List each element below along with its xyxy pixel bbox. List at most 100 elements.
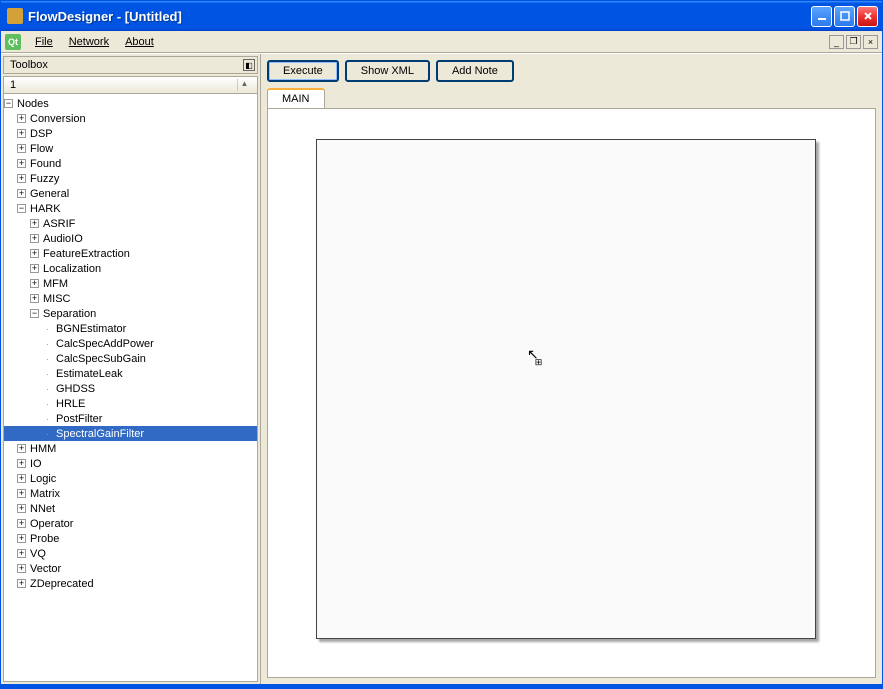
app-icon	[7, 8, 23, 24]
tree-item-hrle[interactable]: ·HRLE	[4, 396, 257, 411]
close-button[interactable]	[857, 6, 878, 27]
tree-item-label: Flow	[30, 143, 53, 155]
expand-icon[interactable]: +	[30, 279, 39, 288]
tree-item-dsp[interactable]: +DSP	[4, 126, 257, 141]
menu-file[interactable]: File	[27, 34, 61, 50]
tree-item-audioio[interactable]: +AudioIO	[4, 231, 257, 246]
tree-item-probe[interactable]: +Probe	[4, 531, 257, 546]
tabbar: MAIN	[261, 88, 882, 108]
tree-item-label: VQ	[30, 548, 46, 560]
expand-icon[interactable]: +	[30, 294, 39, 303]
maximize-button[interactable]	[834, 6, 855, 27]
tree-item-calcspecsubgain[interactable]: ·CalcSpecSubGain	[4, 351, 257, 366]
tree-item-bgnestimator[interactable]: ·BGNEstimator	[4, 321, 257, 336]
expand-icon[interactable]: +	[17, 549, 26, 558]
tab-main[interactable]: MAIN	[267, 88, 325, 108]
close-icon	[863, 11, 873, 21]
tree-item-flow[interactable]: + Flow	[4, 141, 257, 156]
expand-icon[interactable]: +	[17, 564, 26, 573]
expand-icon[interactable]: +	[17, 159, 26, 168]
expand-icon[interactable]: +	[17, 489, 26, 498]
toolbox-panel: Toolbox ◧ 1 ▲ −Nodes+Conversion+DSP+Flow…	[1, 54, 261, 684]
tree-item-calcspecaddpower[interactable]: ·CalcSpecAddPower	[4, 336, 257, 351]
expand-icon[interactable]: +	[17, 444, 26, 453]
expand-icon[interactable]: +	[17, 129, 26, 138]
tree-item-featureextraction[interactable]: +FeatureExtraction	[4, 246, 257, 261]
tree-item-fuzzy[interactable]: +Fuzzy	[4, 171, 257, 186]
expand-icon[interactable]: +	[17, 114, 26, 123]
expand-icon[interactable]: +	[17, 174, 26, 183]
expand-icon[interactable]: +	[30, 264, 39, 273]
expand-icon[interactable]: +	[17, 189, 26, 198]
tree-item-logic[interactable]: +Logic	[4, 471, 257, 486]
tree-item-label: HMM	[30, 443, 56, 455]
collapse-icon[interactable]: −	[30, 309, 39, 318]
expand-icon[interactable]: +	[30, 234, 39, 243]
tree-item-found[interactable]: +Found	[4, 156, 257, 171]
tree-item-nnet[interactable]: +NNet	[4, 501, 257, 516]
tree-item-vq[interactable]: + VQ	[4, 546, 257, 561]
menubar: Qt File Network About _ ❐ ×	[1, 31, 882, 53]
tree-item-label: MFM	[43, 278, 68, 290]
toolbar: Execute Show XML Add Note	[261, 54, 882, 88]
tree-item-mfm[interactable]: + MFM	[4, 276, 257, 291]
leaf-icon: ·	[43, 429, 52, 439]
tree-item-asrif[interactable]: + ASRIF	[4, 216, 257, 231]
expand-icon[interactable]: +	[30, 219, 39, 228]
tree-column-label: 1	[10, 79, 237, 91]
node-tree[interactable]: −Nodes+Conversion+DSP+Flow+Found+Fuzzy+G…	[3, 94, 258, 682]
mdi-restore-button[interactable]: ❐	[846, 35, 861, 49]
leaf-icon: ·	[43, 384, 52, 394]
mdi-close-button[interactable]: ×	[863, 35, 878, 49]
mdi-minimize-button[interactable]: _	[829, 35, 844, 49]
tree-item-ghdss[interactable]: ·GHDSS	[4, 381, 257, 396]
leaf-icon: ·	[43, 369, 52, 379]
collapse-icon[interactable]: −	[17, 204, 26, 213]
tree-item-misc[interactable]: + MISC	[4, 291, 257, 306]
tree-item-postfilter[interactable]: ·PostFilter	[4, 411, 257, 426]
tree-column-header[interactable]: 1 ▲	[3, 76, 258, 94]
expand-icon[interactable]: +	[17, 459, 26, 468]
add-note-button[interactable]: Add Note	[436, 60, 514, 82]
tree-item-label: HARK	[30, 203, 61, 215]
tree-item-matrix[interactable]: +Matrix	[4, 486, 257, 501]
canvas-sheet[interactable]: ↖⊞	[316, 139, 816, 639]
tree-item-label: ASRIF	[43, 218, 75, 230]
canvas[interactable]: ↖⊞	[267, 108, 876, 678]
expand-icon[interactable]: +	[17, 144, 26, 153]
tree-item-separation[interactable]: −Separation	[4, 306, 257, 321]
execute-button[interactable]: Execute	[267, 60, 339, 82]
tree-item-spectralgainfilter[interactable]: · SpectralGainFilter	[4, 426, 257, 441]
toolbox-header[interactable]: Toolbox ◧	[3, 56, 258, 74]
menu-network[interactable]: Network	[61, 34, 117, 50]
show-xml-button[interactable]: Show XML	[345, 60, 430, 82]
tree-item-operator[interactable]: +Operator	[4, 516, 257, 531]
leaf-icon: ·	[43, 399, 52, 409]
tree-item-hark[interactable]: −HARK	[4, 201, 257, 216]
expand-icon[interactable]: +	[17, 519, 26, 528]
titlebar[interactable]: FlowDesigner - [Untitled]	[1, 1, 882, 31]
tree-item-zdeprecated[interactable]: +ZDeprecated	[4, 576, 257, 591]
tree-item-vector[interactable]: +Vector	[4, 561, 257, 576]
tree-item-hmm[interactable]: + HMM	[4, 441, 257, 456]
expand-icon[interactable]: +	[17, 474, 26, 483]
expand-icon[interactable]: +	[30, 249, 39, 258]
tree-item-estimateleak[interactable]: ·EstimateLeak	[4, 366, 257, 381]
menu-about[interactable]: About	[117, 34, 162, 50]
leaf-icon: ·	[43, 414, 52, 424]
tree-root-nodes[interactable]: −Nodes	[4, 96, 257, 111]
expand-icon[interactable]: +	[17, 579, 26, 588]
tree-item-io[interactable]: +IO	[4, 456, 257, 471]
expand-icon[interactable]: +	[17, 504, 26, 513]
collapse-icon[interactable]: −	[4, 99, 13, 108]
tree-item-label: SpectralGainFilter	[56, 428, 144, 440]
tree-item-conversion[interactable]: +Conversion	[4, 111, 257, 126]
minimize-button[interactable]	[811, 6, 832, 27]
undock-icon[interactable]: ◧	[243, 59, 255, 71]
expand-icon[interactable]: +	[17, 534, 26, 543]
tree-item-general[interactable]: +General	[4, 186, 257, 201]
tree-item-label: BGNEstimator	[56, 323, 126, 335]
scroll-up-icon[interactable]: ▲	[237, 79, 251, 91]
tree-item-label: MISC	[43, 293, 71, 305]
tree-item-localization[interactable]: +Localization	[4, 261, 257, 276]
